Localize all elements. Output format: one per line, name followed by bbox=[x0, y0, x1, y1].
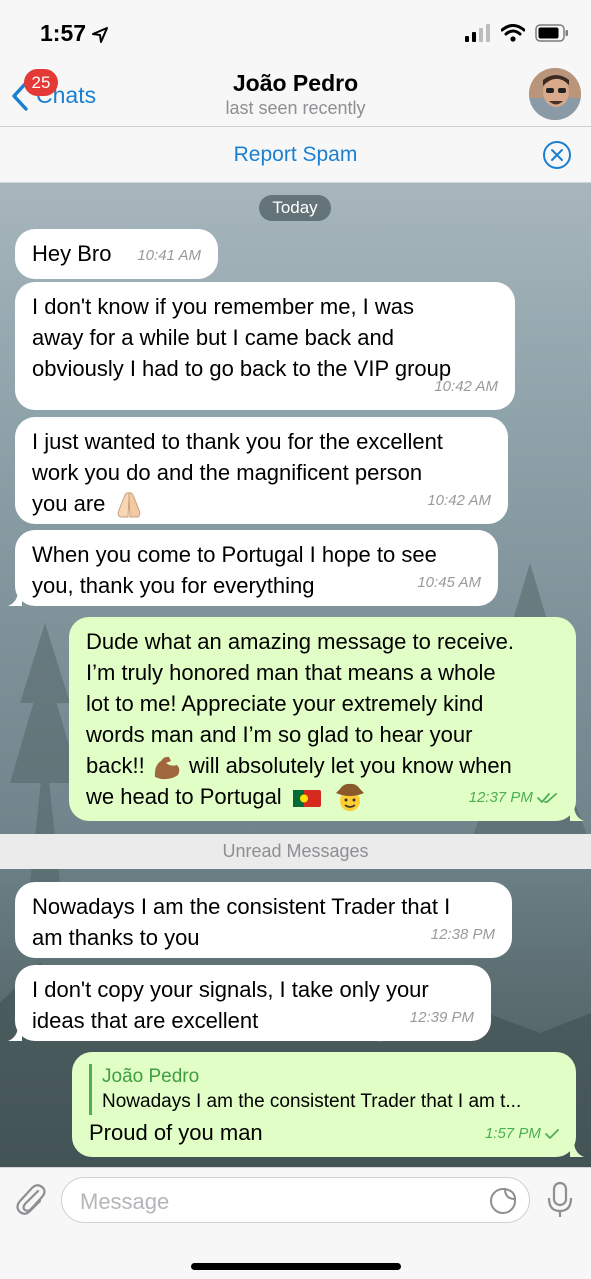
message-bubble-incoming[interactable]: I don't copy your signals, I take only y… bbox=[8, 965, 491, 1041]
cowboy-face-icon bbox=[335, 784, 364, 812]
message-text: will absolutely let you know when bbox=[188, 753, 512, 778]
contact-status: last seen recently bbox=[225, 98, 366, 118]
message-bubble-incoming[interactable]: Nowadays I am the consistent Trader that… bbox=[15, 882, 512, 958]
reply-text: Nowadays I am the consistent Trader that… bbox=[102, 1091, 522, 1112]
bubble-tail bbox=[8, 590, 22, 606]
avatar[interactable] bbox=[529, 68, 581, 120]
folded-hands-icon bbox=[117, 492, 140, 518]
signal-icon bbox=[465, 24, 490, 42]
unread-messages-divider: Unread Messages bbox=[0, 834, 591, 869]
chat-area[interactable]: Today Hey Bro 10:41 AM I don't know if y… bbox=[0, 183, 591, 1167]
message-line-with-emoji: you are bbox=[32, 488, 491, 520]
message-time: 12:39 PM bbox=[409, 1009, 474, 1026]
message-text: back!! bbox=[86, 753, 145, 778]
message-text: I don't know if you remember me, I was bbox=[32, 294, 415, 319]
status-icons bbox=[465, 24, 569, 42]
close-circle-icon[interactable] bbox=[542, 140, 572, 170]
message-text: Dude what an amazing message to receive. bbox=[86, 629, 515, 654]
message-text: away for a while but I came back and bbox=[32, 325, 394, 350]
message-bubble-incoming[interactable]: Hey Bro 10:41 AM bbox=[15, 229, 218, 279]
paperclip-icon[interactable] bbox=[14, 1182, 48, 1218]
message-time: 10:45 AM bbox=[417, 574, 481, 591]
bubble-tail bbox=[570, 805, 584, 821]
message-time: 12:37 PM bbox=[469, 782, 559, 813]
home-indicator bbox=[191, 1263, 401, 1270]
flexed-biceps-icon bbox=[154, 757, 180, 780]
message-text: ideas that are excellent bbox=[32, 1008, 259, 1033]
report-spam-button[interactable]: Report Spam bbox=[0, 143, 591, 167]
location-arrow-icon bbox=[92, 27, 108, 43]
message-text: When you come to Portugal I hope to see bbox=[32, 542, 437, 567]
message-input[interactable]: Message bbox=[61, 1177, 530, 1223]
message-text: obviously I had to go back to the VIP gr… bbox=[32, 356, 452, 381]
message-bubble-incoming[interactable]: I don't know if you remember me, I was a… bbox=[15, 282, 515, 410]
message-time: 1:57 PM bbox=[485, 1118, 559, 1149]
message-text: am thanks to you bbox=[32, 925, 200, 950]
sticker-icon[interactable] bbox=[489, 1187, 517, 1215]
contact-name[interactable]: João Pedro bbox=[0, 70, 591, 97]
message-bubble-outgoing[interactable]: Dude what an amazing message to receive.… bbox=[69, 617, 584, 821]
status-bar: 1:57 bbox=[0, 0, 591, 60]
nav-bar: Chats 25 João Pedro last seen recently bbox=[0, 60, 591, 127]
date-pill: Today bbox=[259, 195, 331, 221]
report-spam-bar: Report Spam bbox=[0, 127, 591, 183]
message-text: you, thank you for everything bbox=[32, 573, 315, 598]
message-text: I don't copy your signals, I take only y… bbox=[32, 977, 429, 1002]
double-check-icon bbox=[537, 793, 557, 803]
message-time: 10:41 AM bbox=[137, 247, 201, 264]
message-text: work you do and the magnificent person bbox=[32, 460, 423, 485]
bubble-tail bbox=[8, 1025, 22, 1041]
wifi-icon bbox=[501, 24, 525, 42]
message-line-with-emoji: back!! will absolutely let you know when bbox=[86, 750, 559, 781]
message-bubble-outgoing[interactable]: João Pedro Nowadays I am the consistent … bbox=[72, 1052, 584, 1157]
message-text: I’m truly honored man that means a whole bbox=[86, 660, 496, 685]
check-icon bbox=[545, 1129, 559, 1139]
microphone-icon[interactable] bbox=[547, 1181, 573, 1219]
avatar-photo bbox=[529, 68, 581, 120]
reply-author: João Pedro bbox=[102, 1066, 200, 1087]
message-time: 12:38 PM bbox=[430, 926, 495, 943]
message-bubble-incoming[interactable]: When you come to Portugal I hope to see … bbox=[8, 530, 498, 606]
message-time: 10:42 AM bbox=[427, 492, 491, 509]
status-time: 1:57 bbox=[40, 20, 87, 46]
message-time: 10:42 AM bbox=[434, 378, 498, 395]
message-placeholder: Message bbox=[80, 1189, 170, 1214]
input-bar: Message bbox=[0, 1167, 591, 1279]
message-text: Nowadays I am the consistent Trader that… bbox=[32, 894, 451, 919]
message-bubble-incoming[interactable]: I just wanted to thank you for the excel… bbox=[15, 417, 508, 524]
reply-preview[interactable]: João Pedro Nowadays I am the consistent … bbox=[89, 1064, 559, 1115]
bubble-tail bbox=[570, 1141, 584, 1157]
battery-icon bbox=[535, 24, 568, 42]
message-text: you are bbox=[32, 491, 106, 516]
message-text: lot to me! Appreciate your extremely kin… bbox=[86, 691, 484, 716]
message-text: words man and I’m so glad to hear your bbox=[86, 722, 473, 747]
message-text: we head to Portugal bbox=[86, 784, 282, 810]
portugal-flag-icon bbox=[292, 790, 321, 808]
message-text: I just wanted to thank you for the excel… bbox=[32, 429, 443, 454]
